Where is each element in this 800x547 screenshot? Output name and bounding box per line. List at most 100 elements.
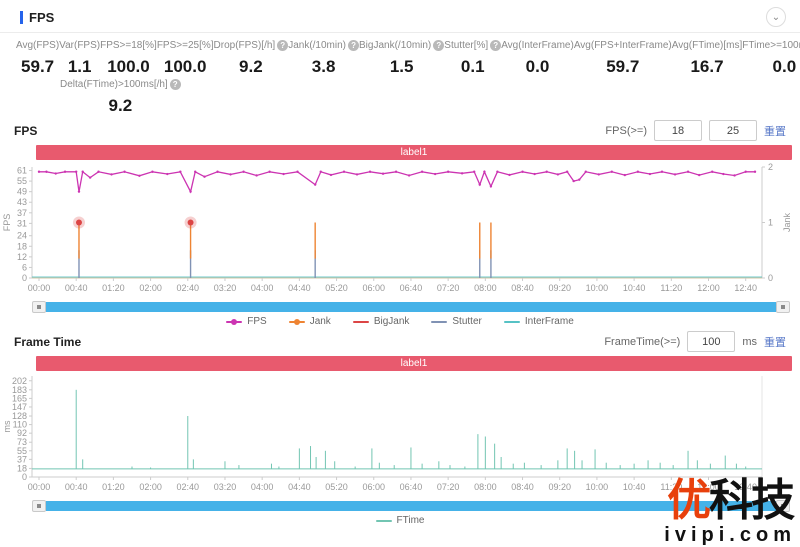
svg-text:06:40: 06:40 bbox=[400, 482, 423, 492]
metric-label: FPS>=25[%] bbox=[156, 40, 214, 51]
svg-text:09:20: 09:20 bbox=[548, 283, 571, 293]
metric-stutter-: Stutter[%]? 0.1 bbox=[444, 40, 502, 77]
metric-value: 59.7 bbox=[21, 57, 55, 76]
frametime-section-title: Frame Time bbox=[14, 334, 82, 349]
metric-jank-10min-: Jank(/10min)? 3.8 bbox=[288, 40, 360, 77]
metric-drop-fps-h-: Drop(FPS)[/h]? 9.2 bbox=[214, 40, 289, 77]
legend-item-jank[interactable]: Jank bbox=[288, 316, 331, 327]
svg-text:12:40: 12:40 bbox=[734, 482, 757, 492]
svg-text:ms: ms bbox=[2, 420, 12, 432]
metric-avg-ftime-ms-: Avg(FTime)[ms] 16.7 bbox=[672, 40, 743, 77]
svg-text:49: 49 bbox=[17, 187, 27, 197]
handle-grip-icon bbox=[37, 305, 41, 309]
fps-metrics-row-2: Delta(FTime)>100ms[/h]? 9.2 bbox=[0, 77, 800, 116]
svg-text:08:00: 08:00 bbox=[474, 283, 497, 293]
svg-text:2: 2 bbox=[768, 162, 773, 172]
frametime-threshold-input[interactable] bbox=[687, 331, 736, 352]
svg-text:10:40: 10:40 bbox=[623, 482, 646, 492]
legend-item-fps[interactable]: FPS bbox=[226, 316, 267, 327]
fps-threshold-input-1[interactable] bbox=[654, 120, 702, 141]
svg-text:03:20: 03:20 bbox=[214, 482, 237, 492]
metric-value: 9.2 bbox=[108, 96, 133, 115]
info-icon[interactable]: ? bbox=[169, 79, 181, 90]
info-icon[interactable]: ? bbox=[433, 40, 445, 51]
collapse-section-button[interactable]: ⌄ bbox=[766, 7, 786, 27]
fps-threshold-input-2[interactable] bbox=[709, 120, 757, 141]
legend-item-interframe[interactable]: InterFrame bbox=[503, 316, 574, 327]
metric-bigjank-10min-: BigJank(/10min)? 1.5 bbox=[359, 40, 445, 77]
frametime-scrollbar-left-handle[interactable] bbox=[32, 500, 46, 512]
svg-text:10:00: 10:00 bbox=[586, 482, 609, 492]
svg-text:55: 55 bbox=[17, 176, 27, 186]
handle-grip-icon bbox=[781, 504, 785, 508]
svg-text:00:40: 00:40 bbox=[65, 482, 88, 492]
svg-text:24: 24 bbox=[17, 231, 27, 241]
svg-text:08:00: 08:00 bbox=[474, 482, 497, 492]
info-icon[interactable]: ? bbox=[348, 40, 360, 51]
legend-marker-icon bbox=[503, 318, 520, 325]
svg-text:18: 18 bbox=[17, 241, 27, 251]
frametime-chart-legend: FTime bbox=[0, 515, 800, 526]
svg-text:11:20: 11:20 bbox=[660, 283, 682, 293]
legend-item-ftime[interactable]: FTime bbox=[375, 515, 424, 526]
fps-chart-section: FPS FPS(>=) 重置 label1 615549433731241812… bbox=[0, 116, 800, 327]
metric-label: Delta(FTime)>100ms[/h]? bbox=[60, 79, 181, 90]
fps-threshold-label: FPS(>=) bbox=[605, 124, 647, 137]
legend-item-bigjank[interactable]: BigJank bbox=[352, 316, 409, 327]
svg-text:Jank: Jank bbox=[782, 212, 792, 232]
svg-text:04:00: 04:00 bbox=[251, 283, 274, 293]
fps-section-title: FPS bbox=[14, 123, 38, 138]
svg-text:06:00: 06:00 bbox=[362, 482, 385, 492]
legend-label: Stutter bbox=[452, 316, 482, 327]
frametime-chart[interactable]: 20218316514712811092735537180ms00:00 00:4… bbox=[0, 371, 796, 499]
fps-chart-legend: FPS Jank BigJank Stutter InterFrame bbox=[0, 316, 800, 327]
metric-value: 0.0 bbox=[772, 57, 797, 76]
frametime-scrollbar-track[interactable] bbox=[46, 501, 776, 511]
metric-label: BigJank(/10min)? bbox=[359, 40, 445, 51]
svg-text:05:20: 05:20 bbox=[325, 283, 348, 293]
metric-delta-ftime-100ms-h-: Delta(FTime)>100ms[/h]? 9.2 bbox=[60, 79, 181, 116]
fps-chart-scrollbar bbox=[32, 301, 790, 313]
fps-scrollbar-left-handle[interactable] bbox=[32, 301, 46, 313]
svg-text:37: 37 bbox=[17, 208, 27, 218]
frametime-threshold-label: FrameTime(>=) bbox=[604, 335, 681, 348]
metric-value: 1.1 bbox=[67, 57, 92, 76]
frametime-threshold-controls: FrameTime(>=) ms 重置 bbox=[604, 331, 786, 352]
svg-text:61: 61 bbox=[17, 166, 27, 176]
svg-text:1: 1 bbox=[768, 218, 773, 228]
svg-text:6: 6 bbox=[22, 262, 27, 272]
svg-text:43: 43 bbox=[17, 197, 27, 207]
fps-chart[interactable]: 61554943373124181260210FPS Jank00:00 00:40… bbox=[0, 160, 796, 300]
svg-text:08:40: 08:40 bbox=[511, 482, 534, 492]
svg-text:05:20: 05:20 bbox=[325, 482, 348, 492]
metric-label: Avg(FTime)[ms] bbox=[671, 40, 743, 51]
frametime-chart-scrollbar bbox=[32, 500, 790, 512]
frametime-reset-link[interactable]: 重置 bbox=[764, 334, 786, 350]
metric-value: 59.7 bbox=[606, 57, 640, 76]
svg-text:00:00: 00:00 bbox=[28, 482, 51, 492]
info-icon[interactable]: ? bbox=[277, 40, 289, 51]
svg-text:06:00: 06:00 bbox=[362, 283, 385, 293]
svg-text:04:00: 04:00 bbox=[251, 482, 274, 492]
metric-label: FTime>=100ms[%] bbox=[742, 40, 800, 51]
metric-value: 3.8 bbox=[311, 57, 336, 76]
svg-text:02:00: 02:00 bbox=[139, 482, 162, 492]
legend-marker-icon bbox=[288, 318, 305, 325]
fps-scrollbar-track[interactable] bbox=[46, 302, 776, 312]
metric-label: Avg(InterFrame) bbox=[501, 40, 574, 51]
fps-reset-link[interactable]: 重置 bbox=[764, 123, 786, 139]
frametime-scrollbar-right-handle[interactable] bbox=[776, 500, 790, 512]
fps-scrollbar-right-handle[interactable] bbox=[776, 301, 790, 313]
metric-label: Jank(/10min)? bbox=[288, 40, 360, 51]
svg-text:02:40: 02:40 bbox=[177, 283, 200, 293]
metric-label: Avg(FPS+InterFrame) bbox=[573, 40, 672, 51]
svg-text:FPS: FPS bbox=[2, 214, 12, 232]
legend-item-stutter[interactable]: Stutter bbox=[431, 316, 482, 327]
svg-text:01:20: 01:20 bbox=[102, 283, 125, 293]
watermark-url-text: ivipi.com bbox=[664, 524, 796, 546]
metric-value: 1.5 bbox=[389, 57, 414, 76]
page-header: FPS ⌄ bbox=[0, 0, 800, 32]
frametime-chart-label-banner: label1 bbox=[36, 356, 792, 371]
info-icon[interactable]: ? bbox=[490, 40, 502, 51]
svg-text:02:40: 02:40 bbox=[177, 482, 200, 492]
